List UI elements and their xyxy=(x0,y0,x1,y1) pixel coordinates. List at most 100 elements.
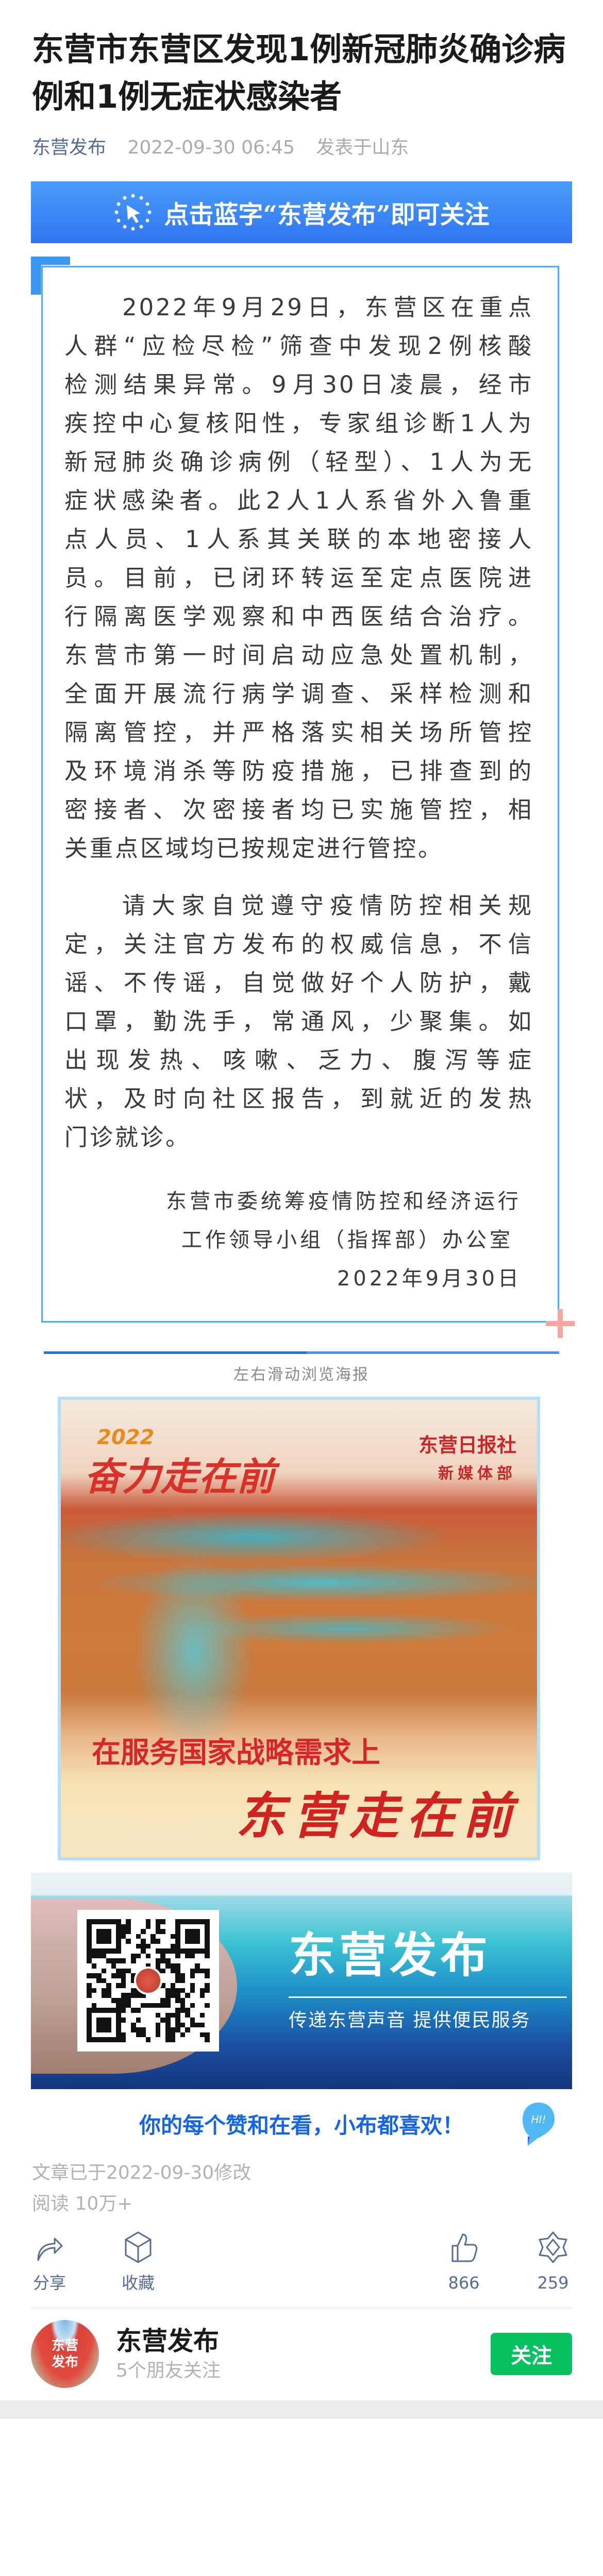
qr-module xyxy=(160,2018,165,2023)
qr-module xyxy=(205,1934,210,1939)
qr-module xyxy=(165,1958,171,1964)
qr-module xyxy=(111,1973,116,1978)
qr-module xyxy=(126,1968,131,1974)
qr-module xyxy=(205,1988,210,1993)
qr-module xyxy=(195,1924,200,1929)
paragraph-line: 关重点区域均已按规定进行管控。 xyxy=(64,835,444,862)
qr-module xyxy=(170,2012,176,2018)
qr-module xyxy=(171,1924,176,1929)
qr-module xyxy=(190,2022,195,2028)
qr-module xyxy=(141,2032,146,2038)
qr-module xyxy=(156,1944,161,1949)
qr-module xyxy=(195,1968,200,1974)
qr-module xyxy=(96,2013,102,2018)
qr-module xyxy=(131,1969,136,1974)
like-button[interactable]: 866 xyxy=(433,2230,495,2294)
qr-module xyxy=(111,1939,116,1944)
collect-button[interactable]: 收藏 xyxy=(107,2230,169,2294)
qr-module xyxy=(190,2037,195,2042)
qr-module xyxy=(146,1958,151,1963)
qr-module xyxy=(205,1993,210,1998)
qr-module xyxy=(205,2013,210,2018)
qr-module xyxy=(106,2013,111,2018)
qr-module xyxy=(111,1934,116,1939)
qr-module xyxy=(165,1948,171,1954)
qr-module xyxy=(101,1939,107,1944)
qr-module xyxy=(185,2023,190,2028)
qr-module xyxy=(156,2018,161,2023)
qr-module xyxy=(205,2023,210,2028)
qr-module xyxy=(126,1934,131,1939)
qr-module xyxy=(195,2008,200,2013)
qr-module xyxy=(146,1934,151,1939)
qr-module xyxy=(171,2018,176,2023)
qr-module xyxy=(87,1934,92,1939)
qr-module xyxy=(111,1958,116,1964)
follow-banner[interactable]: 点击蓝字“东营发布”即可关注 xyxy=(31,181,572,243)
qr-module xyxy=(87,1983,92,1988)
qr-module xyxy=(195,1929,200,1934)
qr-module xyxy=(96,1934,102,1939)
qr-module xyxy=(171,1954,176,1959)
qr-module xyxy=(87,1948,92,1954)
wow-icon xyxy=(539,2231,567,2263)
qr-module xyxy=(121,1954,126,1959)
share-button[interactable]: 分享 xyxy=(19,2230,80,2294)
author-friends-following: 5个朋友关注 xyxy=(116,2360,221,2381)
qr-module xyxy=(126,1988,131,1993)
qr-module xyxy=(205,1963,210,1969)
follow-button[interactable]: 关注 xyxy=(491,2333,572,2375)
qr-module xyxy=(155,1924,161,1929)
qr-module xyxy=(171,2008,176,2013)
qr-module xyxy=(87,2008,92,2013)
qr-module xyxy=(175,1958,180,1963)
qr-module xyxy=(190,2008,195,2013)
qr-module xyxy=(96,1924,102,1929)
qr-module xyxy=(185,2003,190,2008)
poster-publisher: 东营日报社 新媒体部 xyxy=(418,1431,516,1488)
qr-module xyxy=(116,2018,121,2023)
qr-module xyxy=(175,1948,180,1954)
qr-module xyxy=(185,1993,190,1998)
qr-logo xyxy=(134,1967,162,1995)
qr-module xyxy=(106,1993,111,1998)
qr-module xyxy=(96,1969,102,1974)
qr-module xyxy=(131,2013,136,2018)
qr-module xyxy=(131,1963,136,1969)
qr-module xyxy=(102,1944,107,1949)
qr-module xyxy=(190,1968,195,1974)
account-link[interactable]: 东营发布 xyxy=(32,137,106,158)
qr-module xyxy=(131,1929,136,1934)
qr-module xyxy=(155,2012,161,2018)
qr-module xyxy=(190,1998,195,2003)
qr-module xyxy=(205,2003,210,2008)
qr-module xyxy=(92,2027,97,2032)
qr-module xyxy=(190,1958,195,1963)
qr-module xyxy=(141,1998,146,2003)
poster-carousel[interactable]: 2022 奋力走在前 东营日报社 新媒体部 在服务国家战略需求上 东营走在前 xyxy=(58,1397,540,1860)
qr-module xyxy=(165,1978,171,1984)
qr-module xyxy=(96,1998,102,2003)
qr-code[interactable] xyxy=(77,1910,219,2052)
qr-module xyxy=(195,1948,200,1954)
qr-module xyxy=(199,1988,205,1993)
wow-button[interactable]: 259 xyxy=(522,2230,584,2294)
qr-module xyxy=(160,1968,165,1974)
qr-module xyxy=(141,2027,146,2032)
author-avatar[interactable]: 东营发布 xyxy=(31,2320,99,2388)
qr-module xyxy=(190,1988,195,1993)
qr-module xyxy=(87,1939,92,1944)
collect-label: 收藏 xyxy=(121,2273,155,2293)
qr-module xyxy=(170,1988,176,1993)
author-name[interactable]: 东营发布 xyxy=(116,2324,491,2358)
qr-module xyxy=(116,2022,121,2028)
qr-module xyxy=(190,2003,195,2008)
qr-module xyxy=(180,2018,186,2023)
qr-module xyxy=(111,2018,116,2023)
qr-module xyxy=(101,2027,107,2032)
qr-module xyxy=(136,1943,141,1949)
qr-module xyxy=(96,2008,102,2013)
qr-module xyxy=(150,1954,156,1959)
qr-module xyxy=(96,1993,102,1998)
qr-module xyxy=(160,1953,165,1959)
